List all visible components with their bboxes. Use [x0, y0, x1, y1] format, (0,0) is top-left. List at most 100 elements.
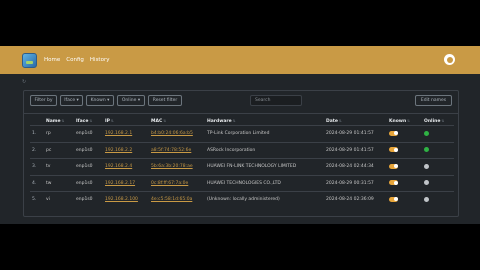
edit-names-button[interactable]: Edit names	[415, 95, 452, 106]
device-name: pc	[44, 141, 74, 159]
device-ip-cell: 192.168.2.100	[103, 191, 149, 208]
known-cell	[387, 141, 422, 159]
device-name: tv	[44, 158, 74, 175]
device-mac-link[interactable]: 4e:c5:58:1d:65:0a	[151, 197, 192, 202]
navbar: Home Config History	[0, 46, 480, 74]
device-date: 2024-08-24 02:36:09	[324, 191, 387, 208]
header-hardware[interactable]: Hardware⇅	[205, 117, 324, 126]
header-name[interactable]: Name⇅	[44, 117, 74, 126]
device-mac-cell: 4e:c5:58:1d:65:0a	[149, 191, 205, 208]
devices-table-body: 1. rp enp1s0 192.168.2.1 b4:b0:24:06:6a:b5 TP…	[30, 125, 454, 208]
online-status-dot	[424, 130, 429, 136]
toolbar-divider	[24, 113, 458, 114]
nav-link-history[interactable]: History	[90, 57, 110, 63]
device-date: 2024-08-29 00:31:57	[324, 174, 387, 192]
known-toggle[interactable]	[389, 163, 398, 169]
device-ip-cell: 192.168.2.4	[103, 158, 149, 175]
known-filter-dropdown[interactable]: Known ▾	[86, 95, 114, 106]
table-row[interactable]: 4. tw enp1s0 192.168.2.17 0c:8f:ff:67:7a:0e H…	[30, 174, 454, 192]
device-name: tw	[44, 174, 74, 192]
row-index: 2.	[30, 141, 44, 159]
header-known[interactable]: Known⇅	[387, 117, 422, 126]
known-cell	[387, 191, 422, 208]
device-ip-cell: 192.168.2.2	[103, 141, 149, 159]
nav-link-config[interactable]: Config	[66, 57, 84, 63]
known-toggle[interactable]	[389, 196, 398, 202]
online-filter-dropdown[interactable]: Online ▾	[117, 95, 145, 106]
nav-link-home[interactable]: Home	[44, 57, 60, 63]
table-header-row: Name⇅ Iface⇅ IP⇅ MAC⇅ Hardware⇅ Date⇅ Kn…	[30, 117, 454, 126]
device-date: 2024-08-24 02:44:34	[324, 158, 387, 175]
github-icon[interactable]	[444, 54, 455, 65]
device-ip-cell: 192.168.2.1	[103, 125, 149, 142]
device-mac-cell: 5b:6a:3b:20:78:ae	[149, 158, 205, 175]
header-online[interactable]: Online⇅	[422, 117, 454, 126]
online-status-dot	[424, 196, 429, 202]
header-iface[interactable]: Iface⇅	[74, 117, 103, 126]
table-row[interactable]: 3. tv enp1s0 192.168.2.4 5b:6a:3b:20:78:ae HU…	[30, 158, 454, 175]
device-hardware: TP-Link Corporation Limited	[205, 125, 324, 142]
device-ip-link[interactable]: 192.168.2.1	[105, 131, 132, 136]
filter-by-button[interactable]: Filter by	[30, 95, 57, 106]
online-cell	[422, 191, 454, 208]
device-hardware: HUAWEI FN-LINK TECHNOLOGY LIMITED	[205, 158, 324, 175]
filter-toolbar: Filter by Iface ▾ Known ▾ Online ▾ Reset…	[30, 95, 452, 106]
online-status-dot	[424, 163, 429, 169]
device-ip-link[interactable]: 192.168.2.2	[105, 148, 132, 153]
device-iface: enp1s0	[74, 191, 103, 208]
known-cell	[387, 125, 422, 142]
device-date: 2024-08-29 01:41:57	[324, 141, 387, 159]
header-date[interactable]: Date⇅	[324, 117, 387, 126]
device-mac-link[interactable]: 0c:8f:ff:67:7a:0e	[151, 181, 188, 186]
device-mac-link[interactable]: 5b:6a:3b:20:78:ae	[151, 164, 193, 169]
device-mac-cell: 0c:8f:ff:67:7a:0e	[149, 174, 205, 192]
device-iface: enp1s0	[74, 174, 103, 192]
header-ip[interactable]: IP⇅	[103, 117, 149, 126]
device-ip-link[interactable]: 192.168.2.17	[105, 181, 135, 186]
device-iface: enp1s0	[74, 141, 103, 159]
device-name: rp	[44, 125, 74, 142]
device-iface: enp1s0	[74, 158, 103, 175]
device-name: vi	[44, 191, 74, 208]
device-hardware: HUAWEI TECHNOLOGIES CO.,LTD	[205, 174, 324, 192]
row-index: 1.	[30, 125, 44, 142]
online-cell	[422, 174, 454, 192]
device-mac-cell: b4:b0:24:06:6a:b5	[149, 125, 205, 142]
header-mac[interactable]: MAC⇅	[149, 117, 205, 126]
devices-table: Name⇅ Iface⇅ IP⇅ MAC⇅ Hardware⇅ Date⇅ Kn…	[30, 117, 454, 208]
table-row[interactable]: 2. pc enp1s0 192.168.2.2 a8:5f:74:78:52:6e AS…	[30, 141, 454, 159]
device-ip-link[interactable]: 192.168.2.100	[105, 197, 138, 202]
row-index: 5.	[30, 191, 44, 208]
reset-filter-button[interactable]: Reset filter	[148, 95, 182, 106]
iface-filter-dropdown[interactable]: Iface ▾	[60, 95, 83, 106]
app-logo-icon[interactable]	[22, 53, 37, 68]
online-status-dot	[424, 180, 429, 186]
known-toggle[interactable]	[389, 130, 398, 136]
table-row[interactable]: 1. rp enp1s0 192.168.2.1 b4:b0:24:06:6a:b5 TP…	[30, 125, 454, 142]
known-cell	[387, 174, 422, 192]
header-index	[30, 117, 44, 126]
device-hardware: (Unknown: locally administered)	[205, 191, 324, 208]
online-cell	[422, 141, 454, 159]
known-cell	[387, 158, 422, 175]
device-mac-link[interactable]: a8:5f:74:78:52:6e	[151, 148, 191, 153]
table-row[interactable]: 5. vi enp1s0 192.168.2.100 4e:c5:58:1d:65:0a…	[30, 191, 454, 208]
device-ip-link[interactable]: 192.168.2.4	[105, 164, 132, 169]
row-index: 3.	[30, 158, 44, 175]
device-ip-cell: 192.168.2.17	[103, 174, 149, 192]
search-input[interactable]: Search	[250, 95, 302, 106]
known-toggle[interactable]	[389, 180, 398, 186]
devices-card: Filter by Iface ▾ Known ▾ Online ▾ Reset…	[23, 90, 459, 217]
nav-links: Home Config History	[44, 46, 109, 74]
online-cell	[422, 158, 454, 175]
device-mac-link[interactable]: b4:b0:24:06:6a:b5	[151, 131, 193, 136]
row-index: 4.	[30, 174, 44, 192]
device-hardware: ASRock Incorporation	[205, 141, 324, 159]
online-status-dot	[424, 147, 429, 153]
online-cell	[422, 125, 454, 142]
refresh-icon[interactable]: ↻	[22, 79, 26, 85]
known-toggle[interactable]	[389, 147, 398, 153]
device-iface: enp1s0	[74, 125, 103, 142]
device-date: 2024-08-29 01:41:57	[324, 125, 387, 142]
app-stage: Home Config History ↻ Filter by Iface ▾ …	[0, 46, 480, 224]
